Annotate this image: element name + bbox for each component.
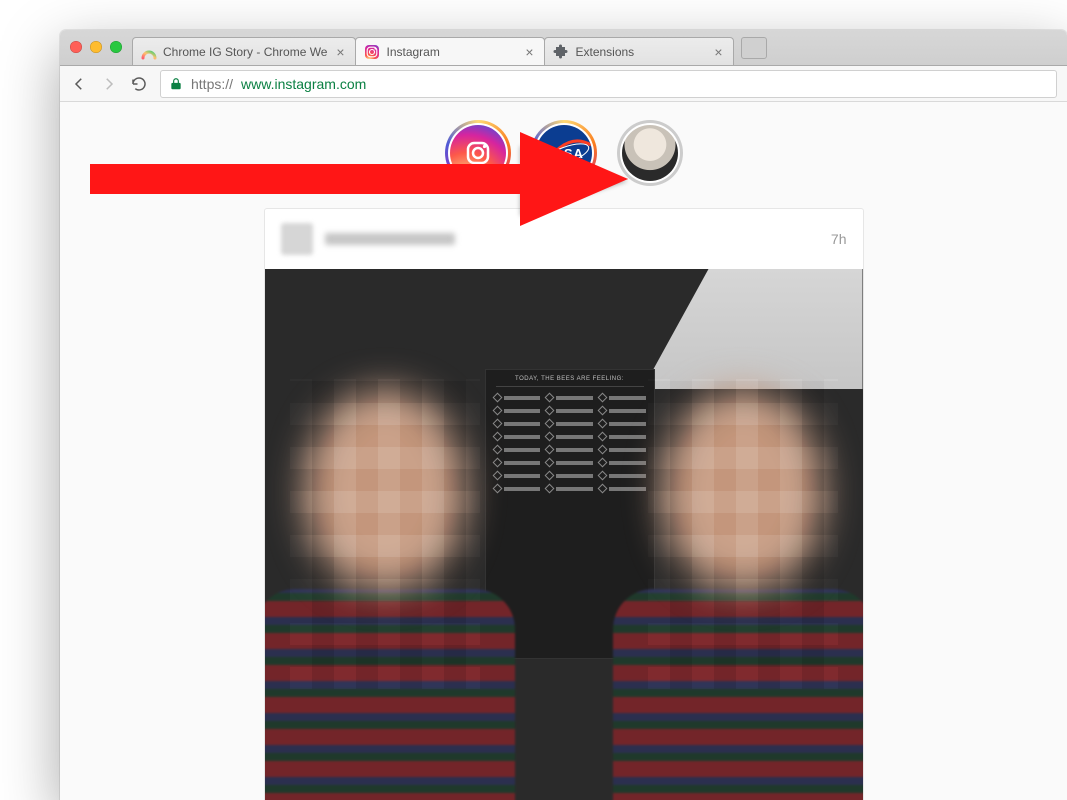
post-photo[interactable] xyxy=(265,269,863,800)
address-bar[interactable]: https:// www.instagram.com xyxy=(160,70,1057,98)
url-scheme: https:// xyxy=(191,76,233,92)
minimize-window-button[interactable] xyxy=(90,41,102,53)
blurred-person-left xyxy=(265,379,535,800)
rainbow-icon xyxy=(141,44,157,60)
tab-title: Extensions xyxy=(575,45,705,59)
browser-window: Chrome IG Story - Chrome We × Instagram … xyxy=(60,30,1067,800)
close-window-button[interactable] xyxy=(70,41,82,53)
puzzle-icon xyxy=(553,44,569,60)
post-header: 7h xyxy=(265,209,863,269)
reload-button[interactable] xyxy=(130,75,148,93)
story-nasa[interactable]: NASA xyxy=(531,120,597,186)
tab-title: Instagram xyxy=(386,45,516,59)
feed-post: 7h xyxy=(264,208,864,800)
tab-strip: Chrome IG Story - Chrome We × Instagram … xyxy=(60,30,1067,66)
new-tab-button[interactable] xyxy=(741,37,767,59)
close-tab-icon[interactable]: × xyxy=(333,45,347,59)
tab-extensions[interactable]: Extensions × xyxy=(544,37,734,65)
post-author-avatar[interactable] xyxy=(281,223,313,255)
forward-button[interactable] xyxy=(100,75,118,93)
tab-instagram[interactable]: Instagram × xyxy=(355,37,545,65)
maximize-window-button[interactable] xyxy=(110,41,122,53)
window-controls xyxy=(70,41,122,53)
stories-tray: NASA xyxy=(60,102,1067,208)
instagram-icon xyxy=(364,44,380,60)
back-button[interactable] xyxy=(70,75,88,93)
tab-title: Chrome IG Story - Chrome We xyxy=(163,45,327,59)
blurred-person-right xyxy=(593,379,863,800)
browser-toolbar: https:// www.instagram.com xyxy=(60,66,1067,102)
lock-icon xyxy=(169,77,183,91)
post-timestamp: 7h xyxy=(831,231,847,247)
page-content: NASA 7h xyxy=(60,102,1067,800)
tab-chrome-ig-story[interactable]: Chrome IG Story - Chrome We × xyxy=(132,37,356,65)
story-instagram[interactable] xyxy=(445,120,511,186)
url-host: www.instagram.com xyxy=(241,76,366,92)
story-portrait[interactable] xyxy=(617,120,683,186)
close-tab-icon[interactable]: × xyxy=(711,45,725,59)
close-tab-icon[interactable]: × xyxy=(522,45,536,59)
post-author-username[interactable] xyxy=(325,233,455,245)
